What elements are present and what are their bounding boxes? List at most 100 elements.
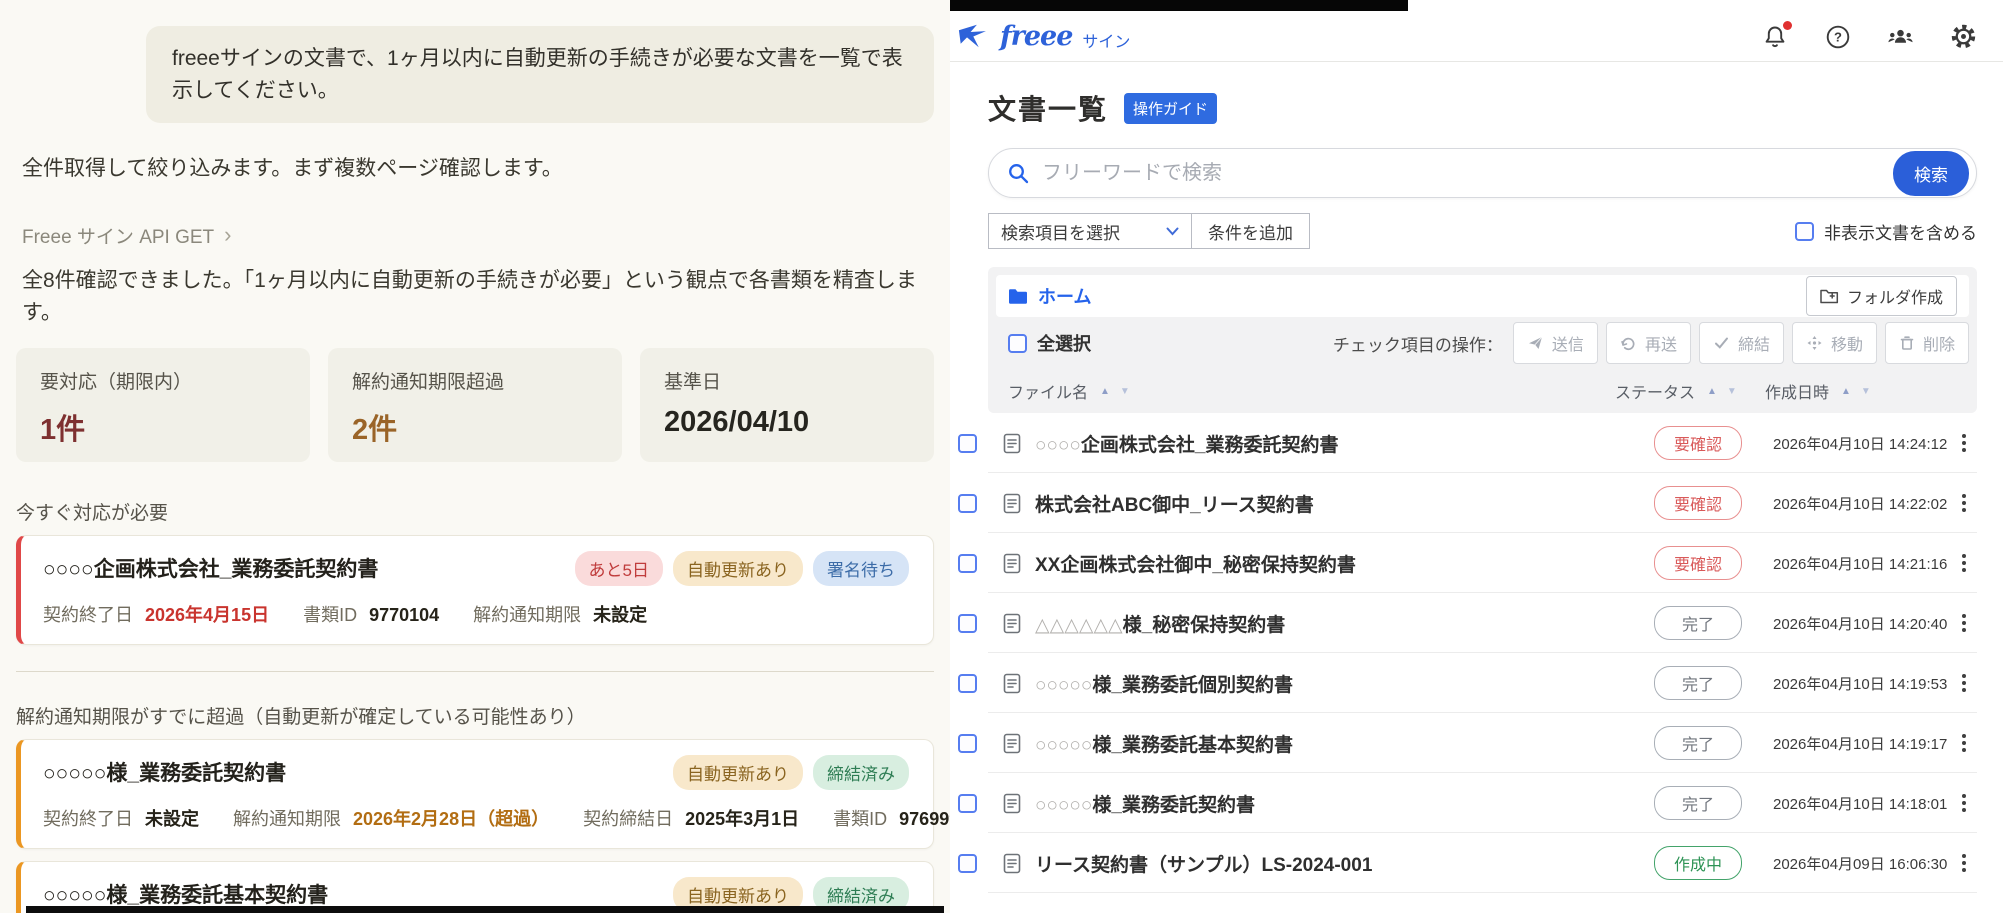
table-row[interactable]: リース契約書（サンプル）LS-2024-001 作成中 2026年04月09日 …	[958, 833, 1977, 893]
kebab-menu-icon[interactable]	[1951, 434, 1977, 452]
tool-call-label: Freee サイン API GET	[22, 222, 214, 249]
document-name-link[interactable]: 株式会社ABC御中_リース契約書	[1035, 490, 1623, 517]
folder-icon	[1008, 288, 1028, 305]
settings-gear-icon[interactable]	[1950, 23, 1977, 50]
bulk-action-label: 削除	[1923, 331, 1955, 355]
document-name-link[interactable]: XX企画株式会社御中_秘密保持契約書	[1035, 550, 1623, 577]
stat-label: 基準日	[664, 367, 910, 394]
breadcrumb-home[interactable]: ホーム	[1008, 283, 1091, 309]
sort-arrows-created[interactable]: ▲▼	[1841, 386, 1871, 397]
app-body: 文書一覧 操作ガイド 検索 検索項目を選択 条件を追加	[950, 62, 2003, 893]
bulk-action-trash[interactable]: 削除	[1885, 322, 1969, 364]
include-hidden-checkbox[interactable]	[1795, 222, 1814, 241]
sort-arrows-filename[interactable]: ▲▼	[1100, 386, 1130, 397]
contract-badge: 自動更新あり	[673, 551, 803, 586]
stat-value: 2026/04/10	[664, 406, 910, 439]
table-row[interactable]: ○○○○○様_業務委託契約書 完了 2026年04月10日 14:18:01	[958, 773, 1977, 833]
document-icon	[1003, 433, 1021, 454]
filter-row: 検索項目を選択 条件を追加 非表示文書を含める	[988, 213, 1977, 249]
breadcrumb-home-label: ホーム	[1038, 283, 1091, 309]
document-name-link[interactable]: △△△△△△様_秘密保持契約書	[1035, 610, 1623, 637]
contract-field: 契約終了日未設定	[43, 805, 199, 831]
stat-label: 要対応（期限内）	[40, 367, 286, 394]
svg-text:?: ?	[1834, 29, 1842, 44]
row-checkbox[interactable]	[958, 494, 977, 513]
contract-fields: 契約終了日未設定解約通知期限2026年2月28日（超過）契約締結日2025年3月…	[43, 805, 909, 831]
table-row[interactable]: ○○○○○様_業務委託基本契約書 完了 2026年04月10日 14:19:17	[958, 713, 1977, 773]
user-message-bubble: freeeサインの文書で、1ヶ月以内に自動更新の手続きが必要な文書を一覧で表示し…	[146, 26, 934, 123]
table-row[interactable]: △△△△△△様_秘密保持契約書 完了 2026年04月10日 14:20:40	[958, 593, 1977, 653]
bulk-action-move[interactable]: 移動	[1792, 322, 1877, 364]
search-input[interactable]	[1042, 162, 1893, 185]
row-checkbox[interactable]	[958, 734, 977, 753]
search-field-select[interactable]: 検索項目を選択	[988, 213, 1192, 249]
kebab-menu-icon[interactable]	[1951, 674, 1977, 692]
column-status[interactable]: ステータス	[1615, 379, 1695, 403]
stat-label: 解約通知期限超過	[352, 367, 598, 394]
chat-stats: 要対応（期限内） 1件 解約通知期限超過 2件 基準日 2026/04/10	[14, 348, 936, 462]
header-icons: ?	[1761, 23, 1977, 50]
row-checkbox[interactable]	[958, 854, 977, 873]
select-all-toggle[interactable]: 全選択	[1008, 330, 1091, 356]
tool-call-chip[interactable]: Freee サイン API GET	[14, 222, 231, 249]
section-cards: ○○○○○様_業務委託契約書 自動更新あり締結済み 契約終了日未設定解約通知期限…	[16, 739, 934, 913]
include-hidden-toggle[interactable]: 非表示文書を含める	[1795, 219, 1977, 244]
kebab-menu-icon[interactable]	[1951, 794, 1977, 812]
column-filename[interactable]: ファイル名	[1008, 379, 1088, 403]
chat-stat-card: 解約通知期限超過 2件	[328, 348, 622, 462]
brand-logo[interactable]: freee サイン	[958, 21, 1130, 52]
contract-fields: 契約終了日2026年4月15日書類ID9770104解約通知期限未設定	[43, 601, 909, 627]
contract-badges: あと5日自動更新あり署名待ち	[575, 551, 909, 586]
document-name-link[interactable]: ○○○○○様_業務委託個別契約書	[1035, 670, 1623, 697]
page-title: 文書一覧	[988, 88, 1108, 128]
kebab-menu-icon[interactable]	[1951, 494, 1977, 512]
bulk-action-check[interactable]: 締結	[1699, 322, 1784, 364]
kebab-menu-icon[interactable]	[1951, 854, 1977, 872]
table-row[interactable]: ○○○○○様_業務委託個別契約書 完了 2026年04月10日 14:19:53	[958, 653, 1977, 713]
contract-field: 解約通知期限2026年2月28日（超過）	[233, 805, 549, 831]
brand-suffix: サイン	[1082, 22, 1130, 52]
contract-badge: 締結済み	[813, 755, 909, 790]
bulk-action-send[interactable]: 送信	[1513, 322, 1598, 364]
row-checkbox[interactable]	[958, 554, 977, 573]
table-row[interactable]: ○○○○企画株式会社_業務委託契約書 要確認 2026年04月10日 14:24…	[958, 413, 1977, 473]
status-cell: 完了	[1623, 666, 1773, 700]
kebab-menu-icon[interactable]	[1951, 614, 1977, 632]
document-icon	[1003, 673, 1021, 694]
created-at: 2026年04月10日 14:18:01	[1773, 793, 1951, 814]
guide-badge[interactable]: 操作ガイド	[1124, 93, 1217, 124]
bulk-action-resend[interactable]: 再送	[1606, 322, 1691, 364]
select-all-checkbox[interactable]	[1008, 334, 1027, 353]
document-name-link[interactable]: ○○○○企画株式会社_業務委託契約書	[1035, 430, 1623, 457]
contract-badges: 自動更新あり締結済み	[673, 755, 909, 790]
row-checkbox[interactable]	[958, 674, 977, 693]
document-name-link[interactable]: ○○○○○様_業務委託基本契約書	[1035, 730, 1623, 757]
kebab-menu-icon[interactable]	[1951, 554, 1977, 572]
row-checkbox[interactable]	[958, 794, 977, 813]
document-name-link[interactable]: リース契約書（サンプル）LS-2024-001	[1035, 850, 1623, 877]
table-row[interactable]: 株式会社ABC御中_リース契約書 要確認 2026年04月10日 14:22:0…	[958, 473, 1977, 533]
add-condition-button[interactable]: 条件を追加	[1191, 213, 1310, 249]
chat-stat-card: 要対応（期限内） 1件	[16, 348, 310, 462]
search-button[interactable]: 検索	[1893, 151, 1969, 196]
row-checkbox[interactable]	[958, 614, 977, 633]
document-icon	[1003, 733, 1021, 754]
bulk-ops-label: チェック項目の操作：	[1333, 331, 1503, 356]
row-checkbox[interactable]	[958, 434, 977, 453]
created-at: 2026年04月10日 14:19:53	[1773, 673, 1951, 694]
document-name-link[interactable]: ○○○○○様_業務委託契約書	[1035, 790, 1623, 817]
freee-swallow-icon	[958, 23, 994, 50]
kebab-menu-icon[interactable]	[1951, 734, 1977, 752]
create-folder-button[interactable]: フォルダ作成	[1806, 276, 1957, 316]
status-cell: 要確認	[1623, 546, 1773, 580]
column-created[interactable]: 作成日時	[1765, 379, 1829, 403]
members-icon[interactable]	[1887, 23, 1914, 50]
notification-bell-icon[interactable]	[1761, 23, 1788, 50]
chevron-down-icon	[1166, 227, 1179, 236]
help-icon[interactable]: ?	[1824, 23, 1851, 50]
sort-arrows-status[interactable]: ▲▼	[1707, 386, 1737, 397]
status-badge: 要確認	[1654, 486, 1742, 520]
table-row[interactable]: XX企画株式会社御中_秘密保持契約書 要確認 2026年04月10日 14:21…	[958, 533, 1977, 593]
create-folder-label: フォルダ作成	[1847, 284, 1943, 308]
status-badge: 要確認	[1654, 546, 1742, 580]
